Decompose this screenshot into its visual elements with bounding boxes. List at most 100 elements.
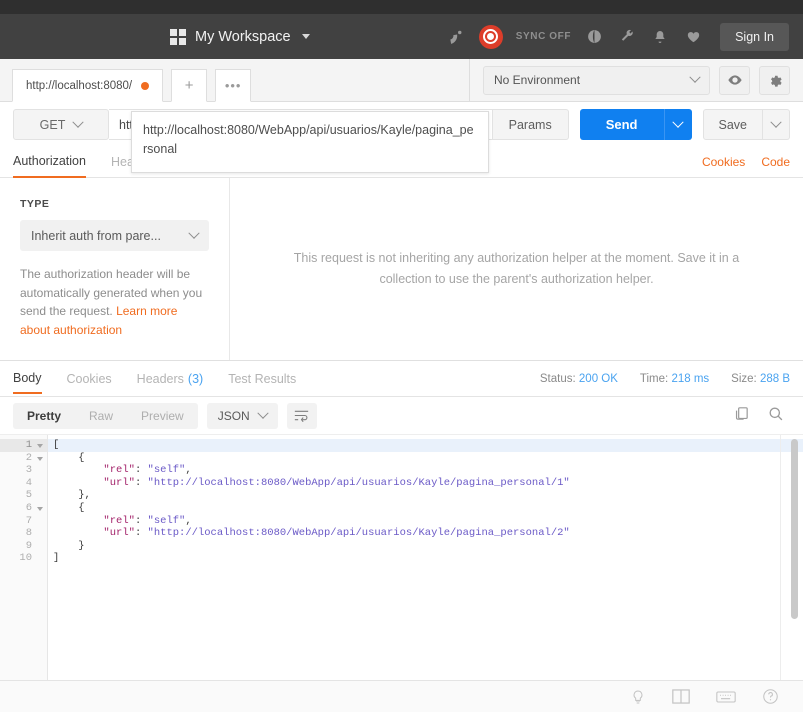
new-tab-button[interactable]: +: [171, 69, 208, 102]
satellite-dish-icon[interactable]: [446, 27, 466, 47]
response-tab-headers-label: Headers: [136, 371, 184, 386]
line-number-gutter: 1 2 3 4 5 6 7 8 9 10: [0, 435, 48, 680]
workspace-label: My Workspace: [195, 28, 291, 45]
tab-authorization-label: Authorization: [13, 154, 86, 168]
chevron-down-icon: [689, 71, 701, 83]
send-options-button[interactable]: [663, 109, 692, 140]
auth-type-select[interactable]: Inherit auth from pare...: [20, 220, 209, 251]
fold-arrow-icon[interactable]: [37, 444, 43, 448]
code-line: "rel": "self",: [48, 515, 803, 528]
fold-arrow-icon[interactable]: [37, 456, 43, 461]
view-mode-preview[interactable]: Preview: [127, 403, 198, 429]
fold-arrow-icon[interactable]: [37, 506, 43, 511]
bell-icon[interactable]: [650, 27, 670, 47]
view-mode-segment: Pretty Raw Preview: [13, 402, 198, 429]
sign-in-button[interactable]: Sign In: [720, 22, 789, 51]
lightbulb-icon[interactable]: [630, 689, 646, 705]
status-value: 200 OK: [578, 372, 618, 385]
status-label: Status:: [539, 372, 576, 385]
wrench-icon[interactable]: [617, 27, 637, 47]
line-number: 10: [19, 552, 32, 565]
token-punct: ]: [53, 552, 60, 565]
token-punct: {: [78, 451, 85, 464]
sync-status-label: SYNC OFF: [515, 31, 572, 42]
params-button[interactable]: Params: [492, 109, 569, 140]
word-wrap-icon[interactable]: [286, 402, 317, 429]
time-meta: Time: 218 ms: [640, 373, 709, 385]
tab-options-button[interactable]: •••: [215, 69, 252, 102]
authorization-panel: TYPE Inherit auth from pare... The autho…: [0, 178, 803, 361]
search-icon[interactable]: [767, 405, 784, 427]
environment-select[interactable]: No Environment: [483, 65, 710, 95]
cookies-link[interactable]: Cookies: [702, 155, 745, 169]
token-punct: :: [134, 527, 148, 540]
token-str: "http://localhost:8080/WebApp/api/usuari…: [147, 527, 570, 540]
top-bar: My Workspace SYNC OFF Sign In: [0, 14, 803, 59]
response-body-toolbar: Pretty Raw Preview JSON: [0, 397, 803, 434]
workspace-switcher[interactable]: My Workspace: [170, 28, 310, 45]
settings-gear-button[interactable]: [759, 65, 790, 95]
copy-icon[interactable]: [733, 405, 750, 427]
request-tab[interactable]: http://localhost:8080/: [12, 69, 164, 102]
interceptor-globe-icon[interactable]: [584, 27, 604, 47]
chevron-down-icon: [72, 116, 85, 128]
send-button[interactable]: Send: [579, 109, 664, 140]
view-mode-raw[interactable]: Raw: [75, 403, 127, 429]
token-key: "rel": [103, 464, 135, 477]
two-pane-layout-icon[interactable]: [672, 689, 690, 704]
request-tab-strip: http://localhost:8080/ + •••: [0, 59, 470, 102]
token-punct: ,: [185, 514, 192, 527]
code-line: {: [48, 502, 803, 515]
response-tab-body[interactable]: Body: [13, 363, 42, 394]
authorization-message-column: This request is not inheriting any autho…: [230, 178, 803, 360]
size-meta: Size: 288 B: [731, 373, 790, 385]
time-value: 218 ms: [671, 372, 710, 385]
chevron-down-icon: [301, 34, 310, 39]
sync-status-icon[interactable]: [478, 24, 503, 49]
code-line: },: [48, 489, 803, 502]
response-format-select[interactable]: JSON: [206, 402, 278, 429]
vertical-scrollbar[interactable]: [791, 439, 798, 619]
view-mode-pretty[interactable]: Pretty: [13, 403, 75, 429]
line-number: 9: [25, 539, 32, 552]
http-method-select[interactable]: GET: [13, 109, 109, 140]
token-str: "self": [147, 514, 186, 527]
indent-guide: [53, 489, 78, 501]
line-number: 2: [0, 452, 47, 465]
token-punct: ,: [185, 464, 192, 477]
response-format-value: JSON: [217, 408, 250, 423]
tab-authorization[interactable]: Authorization: [13, 147, 86, 178]
keyboard-shortcuts-icon[interactable]: [716, 690, 736, 704]
size-label: Size:: [731, 372, 757, 385]
save-group: Save: [702, 109, 790, 140]
save-options-button[interactable]: [763, 109, 790, 140]
request-tab-label: http://localhost:8080/: [26, 79, 133, 92]
line-number: 1: [0, 439, 47, 452]
help-icon[interactable]: [762, 688, 779, 705]
url-bar: GET http://localhost:8080/WebApp/api/usu…: [0, 102, 803, 173]
response-tab-test-results-label: Test Results: [228, 371, 297, 386]
token-key: "url": [103, 527, 135, 540]
response-body-viewer[interactable]: 1 2 3 4 5 6 7 8 9 10 [ { "rel": "self", "url": "h…: [0, 434, 803, 680]
response-tab-headers[interactable]: Headers (3): [137, 363, 204, 394]
window-title-strip: [0, 0, 803, 14]
indent-guide: [53, 477, 103, 489]
response-meta: Status: 200 OK Time: 218 ms Size: 288 B: [540, 373, 790, 385]
response-tab-test-results[interactable]: Test Results: [228, 363, 296, 394]
environment-quick-look-button[interactable]: [719, 65, 750, 95]
token-punct: :: [134, 476, 148, 489]
heart-icon[interactable]: [683, 27, 703, 47]
chevron-down-icon: [770, 116, 782, 128]
response-tab-body-label: Body: [13, 370, 42, 385]
line-number: 5: [25, 489, 32, 502]
code-link[interactable]: Code: [761, 155, 790, 169]
save-button[interactable]: Save: [702, 109, 763, 140]
indent-guide: [53, 452, 78, 464]
postman-app-window: My Workspace SYNC OFF Sign In http://loc…: [0, 0, 803, 712]
token-str: "http://localhost:8080/WebApp/api/usuari…: [147, 476, 570, 489]
tab-row: http://localhost:8080/ + ••• No Environm…: [0, 59, 803, 102]
token-punct: :: [134, 464, 148, 477]
response-tab-cookies[interactable]: Cookies: [67, 363, 112, 394]
json-code-content[interactable]: [ { "rel": "self", "url": "http://localh…: [48, 435, 803, 680]
indent-guide: [53, 540, 78, 552]
